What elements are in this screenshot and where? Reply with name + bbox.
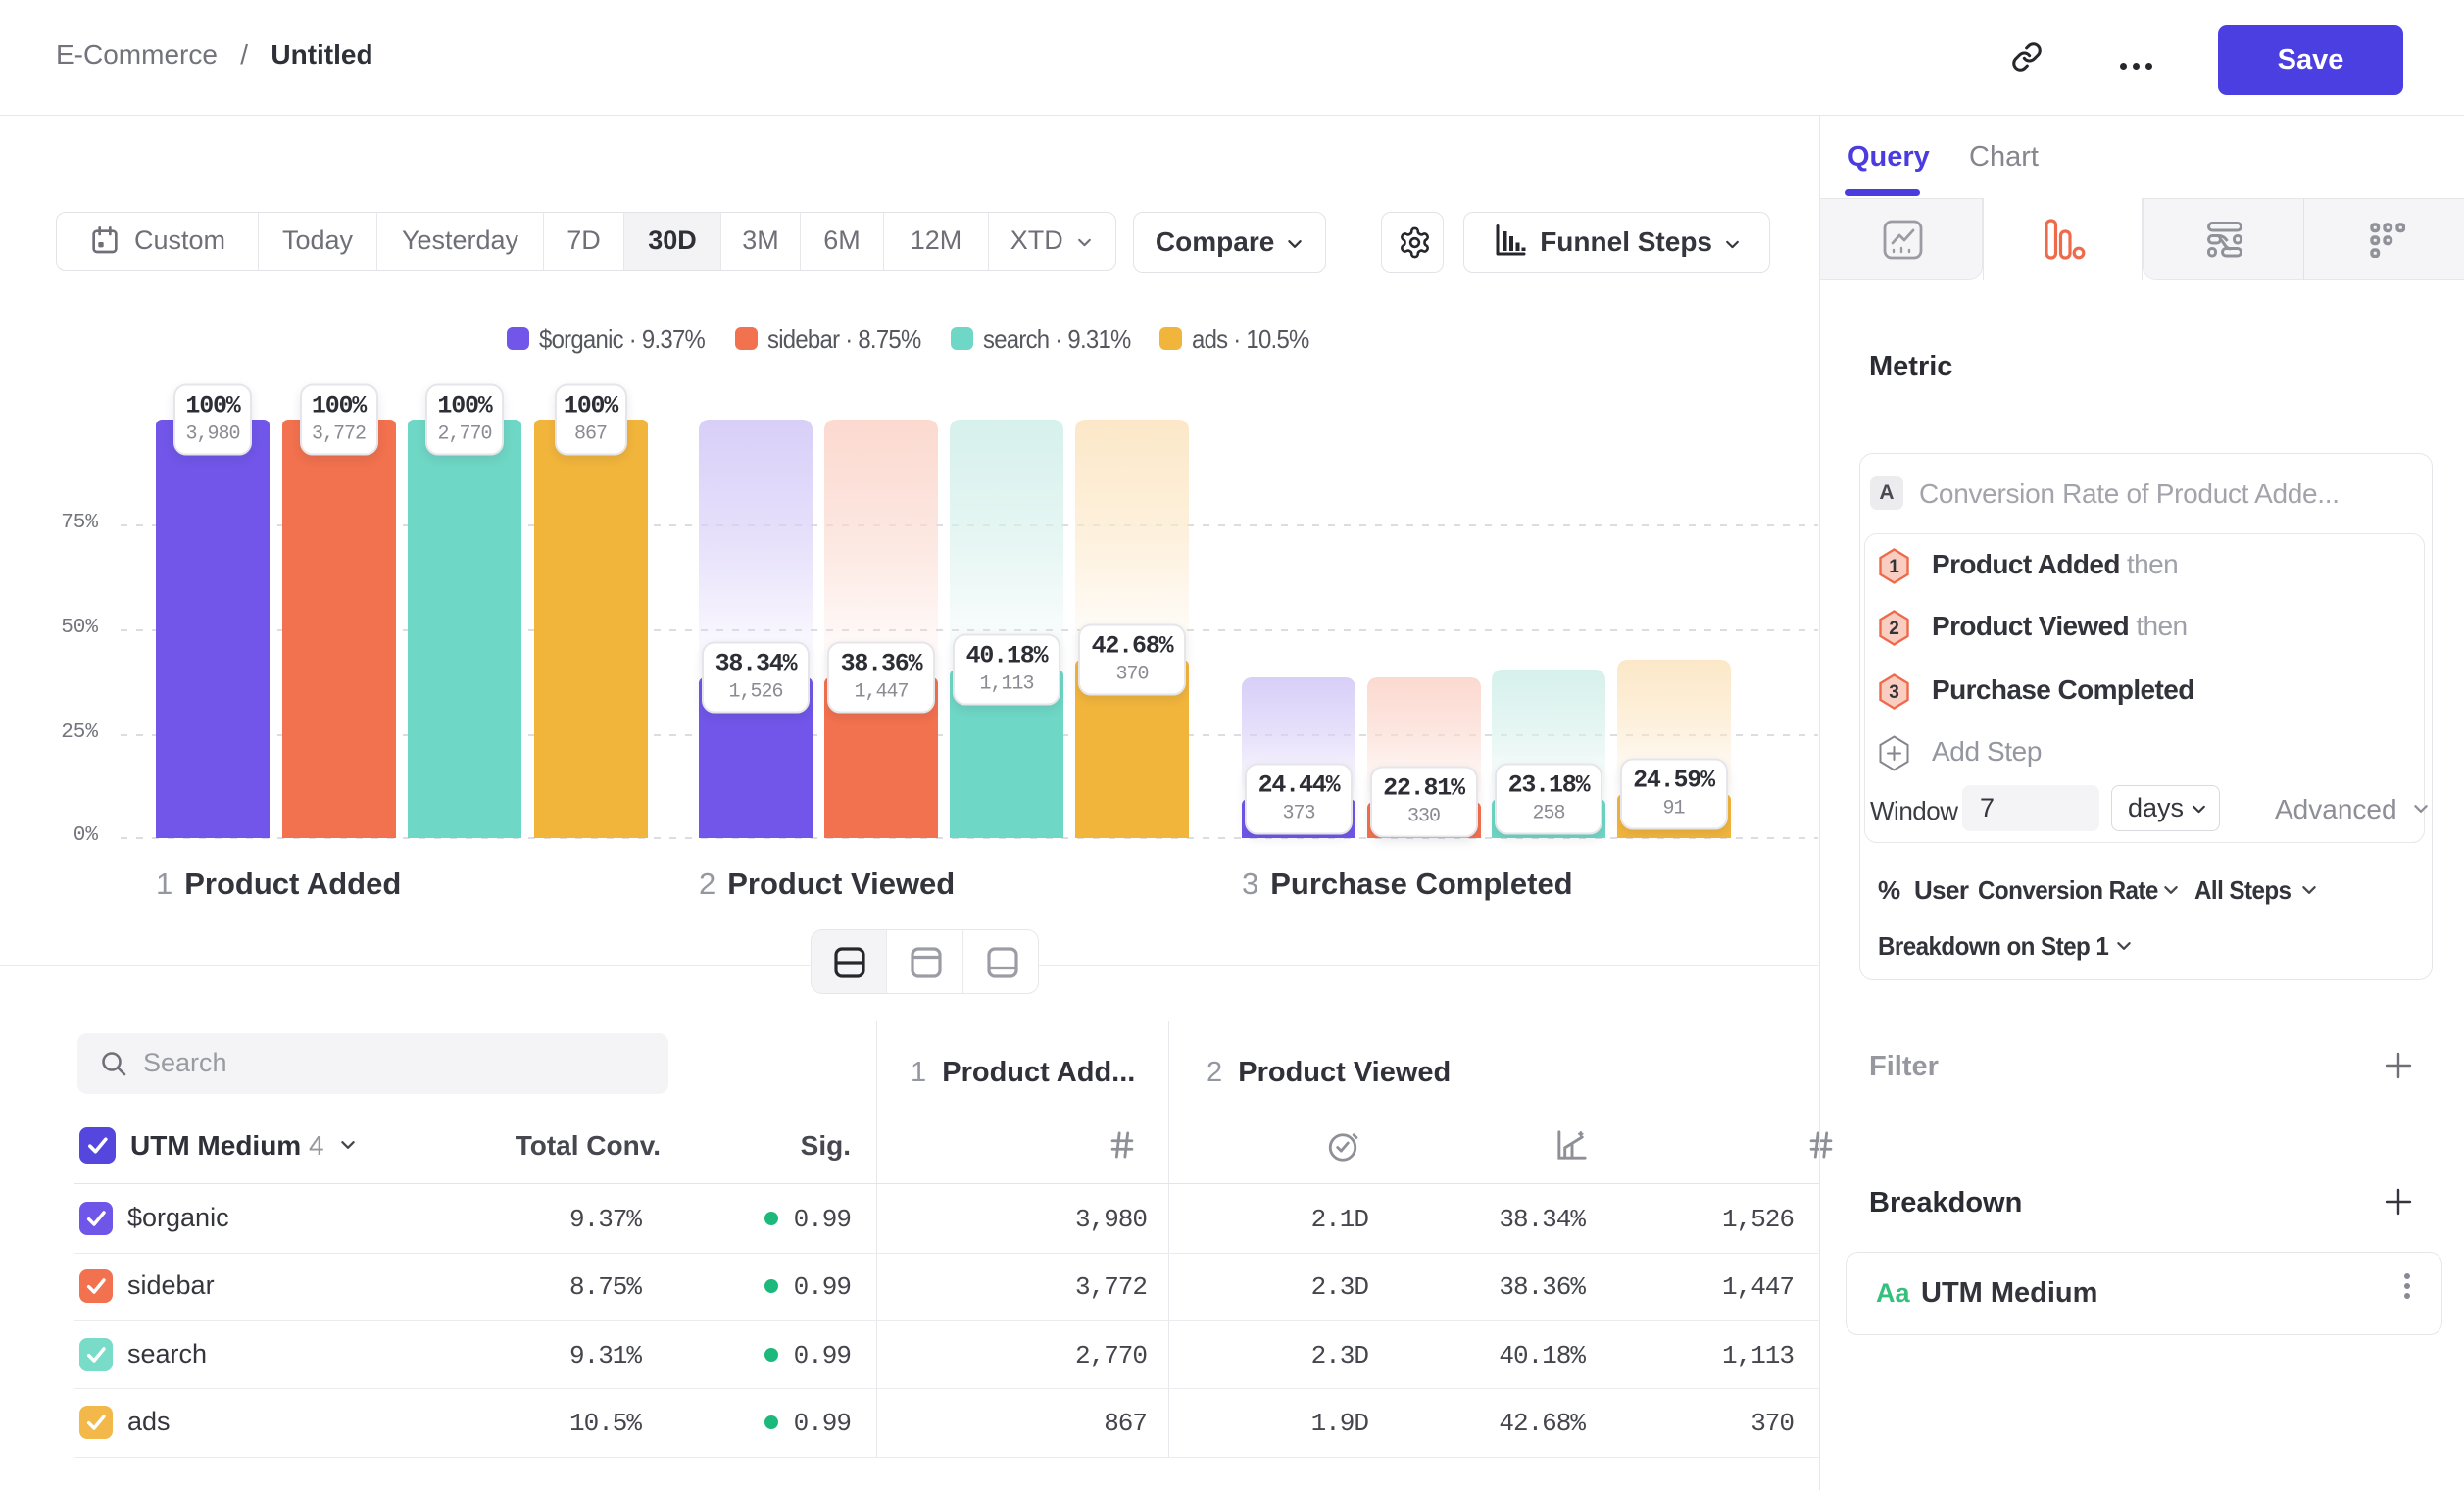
svg-text:2: 2 <box>1889 619 1899 639</box>
svg-text:3: 3 <box>1889 682 1899 703</box>
svg-text:1: 1 <box>1889 557 1899 577</box>
